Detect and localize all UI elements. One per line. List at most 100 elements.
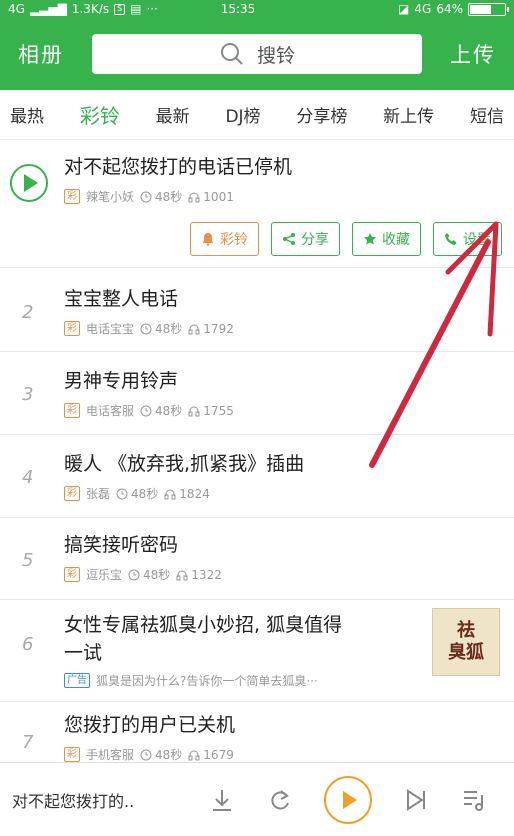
ad-list-item[interactable]: 6 女性专属祛狐臭小妙招, 狐臭值得 一试 广告 狐臭是因为什么?告诉你一个简单… bbox=[0, 600, 514, 702]
favorite-label: 收藏 bbox=[382, 232, 410, 248]
song-meta: 彩 电话宝宝 48秒 1792 bbox=[64, 320, 234, 337]
song-duration: 48秒 bbox=[155, 748, 183, 762]
song-title: 搞笑接听密码 bbox=[64, 534, 179, 556]
repeat-button[interactable] bbox=[266, 786, 294, 814]
play-count: 1322 bbox=[191, 567, 222, 582]
rank-number: 4 bbox=[22, 467, 34, 488]
play-count: 1755 bbox=[203, 403, 234, 418]
rank-number: 3 bbox=[22, 384, 34, 405]
headphone-icon bbox=[188, 750, 200, 760]
ringtone-button[interactable]: 彩铃 bbox=[190, 222, 259, 256]
clock-icon bbox=[140, 323, 152, 334]
tab-dj-chart[interactable]: DJ榜 bbox=[225, 102, 260, 127]
bell-icon bbox=[202, 233, 214, 246]
share-label: 分享 bbox=[301, 232, 329, 248]
tab-hot[interactable]: 最热 bbox=[10, 102, 44, 127]
song-author: 电话客服 bbox=[86, 404, 135, 418]
notification-icon: ▤ bbox=[130, 2, 142, 16]
share-icon bbox=[283, 233, 295, 245]
headphone-icon bbox=[164, 489, 176, 499]
clock-icon bbox=[140, 405, 152, 416]
repeat-icon bbox=[271, 789, 289, 809]
playlist-button[interactable] bbox=[460, 786, 488, 814]
tab-ringback[interactable]: 彩铃 bbox=[80, 100, 120, 129]
list-item[interactable]: 3 男神专用铃声 彩 电话客服 48秒 1755 bbox=[0, 352, 514, 435]
ringback-tag: 彩 bbox=[64, 486, 80, 501]
song-title: 您拨打的用户已关机 bbox=[64, 714, 236, 736]
battery-percent: 64% bbox=[436, 2, 463, 16]
tab-share-chart[interactable]: 分享榜 bbox=[296, 102, 347, 127]
headphone-icon bbox=[188, 406, 200, 416]
song-author: 逗乐宝 bbox=[86, 568, 123, 582]
star-icon bbox=[364, 233, 376, 245]
category-tabs: 最热 彩铃 最新 DJ榜 分享榜 新上传 短信 bbox=[0, 90, 514, 140]
song-duration: 48秒 bbox=[131, 487, 159, 501]
favorite-button[interactable]: 收藏 bbox=[352, 222, 421, 256]
ad-thumbnail-text-bottom: 臭狐 bbox=[448, 642, 484, 663]
play-count: 1792 bbox=[203, 321, 234, 336]
set-ringtone-button[interactable]: 设置 bbox=[433, 222, 502, 256]
ad-description: 狐臭是因为什么?告诉你一个简单去狐臭··· bbox=[96, 674, 318, 688]
clock-icon bbox=[140, 191, 152, 202]
tab-sms[interactable]: 短信 bbox=[470, 102, 504, 127]
clock-icon bbox=[116, 488, 128, 499]
headphone-icon bbox=[188, 324, 200, 334]
album-button[interactable]: 相册 bbox=[18, 39, 90, 69]
wifi-off-icon: ◪ bbox=[398, 2, 410, 16]
search-icon bbox=[220, 43, 243, 65]
tab-newest[interactable]: 最新 bbox=[156, 102, 190, 127]
play-count: 1679 bbox=[203, 747, 234, 762]
ringback-tag: 彩 bbox=[64, 747, 80, 762]
download-button[interactable] bbox=[208, 786, 236, 814]
network-indicator: 4G bbox=[8, 2, 25, 16]
playlist-icon bbox=[464, 790, 483, 811]
song-author: 辣笔小妖 bbox=[86, 190, 135, 204]
share-button[interactable]: 分享 bbox=[271, 222, 340, 256]
next-button[interactable] bbox=[402, 786, 430, 814]
search-box[interactable]: 搜铃 bbox=[92, 34, 422, 74]
status-time: 15:35 bbox=[220, 2, 256, 16]
rank-number: 6 bbox=[22, 634, 34, 655]
phone-icon bbox=[445, 233, 457, 245]
clock-icon bbox=[128, 569, 140, 580]
battery-icon bbox=[468, 2, 509, 16]
upload-button[interactable]: 上传 bbox=[424, 39, 496, 69]
app-header: 相册 搜铃 上传 bbox=[0, 18, 514, 90]
action-buttons: 彩铃 分享 收藏 设置 bbox=[190, 222, 502, 256]
play-count: 1824 bbox=[179, 486, 210, 501]
headphone-icon bbox=[188, 192, 200, 202]
main-play-button[interactable] bbox=[324, 775, 372, 824]
rank-number: 5 bbox=[22, 550, 34, 571]
play-icon bbox=[24, 174, 38, 192]
ad-title-line2: 一试 bbox=[64, 642, 103, 664]
download-icon bbox=[213, 789, 231, 811]
song-title: 对不起您拨打的电话已停机 bbox=[64, 156, 293, 178]
status-bar: 4G ▂▃▅▇ 1.3K/s S ▤ ··· 15:35 ◪ 4G 64% bbox=[0, 0, 514, 18]
more-notifications-icon: ··· bbox=[146, 2, 158, 16]
ad-thumbnail-text-top: 祛 bbox=[457, 620, 475, 641]
rank-number: 7 bbox=[22, 732, 34, 753]
song-title: 暖人 《放弃我,抓紧我》插曲 bbox=[64, 453, 305, 475]
s-notification-icon: S bbox=[114, 3, 126, 15]
song-meta: 彩 电话客服 48秒 1755 bbox=[64, 402, 234, 419]
list-item[interactable]: 2 宝宝整人电话 彩 电话宝宝 48秒 1792 bbox=[0, 268, 514, 352]
ad-tag: 广告 bbox=[64, 673, 90, 688]
list-item[interactable]: 4 暖人 《放弃我,抓紧我》插曲 彩 张磊 48秒 1824 bbox=[0, 435, 514, 518]
song-title: 男神专用铃声 bbox=[64, 370, 179, 392]
ad-title-line1: 女性专属祛狐臭小妙招, 狐臭值得 bbox=[64, 614, 343, 636]
ad-meta: 广告 狐臭是因为什么?告诉你一个简单去狐臭··· bbox=[64, 672, 414, 689]
list-item[interactable]: 5 搞笑接听密码 彩 逗乐宝 48秒 1322 bbox=[0, 518, 514, 600]
tab-new-upload[interactable]: 新上传 bbox=[383, 102, 434, 127]
set-label: 设置 bbox=[463, 232, 491, 248]
song-meta: 彩 手机客服 48秒 1679 bbox=[64, 746, 234, 763]
song-title: 宝宝整人电话 bbox=[64, 288, 179, 310]
list-item[interactable]: 7 您拨打的用户已关机 彩 手机客服 48秒 1679 bbox=[0, 702, 514, 766]
network-speed: 1.3K/s bbox=[71, 2, 110, 16]
rank-number: 2 bbox=[22, 302, 34, 323]
play-button[interactable] bbox=[10, 164, 48, 202]
ringtone-label: 彩铃 bbox=[220, 232, 248, 248]
list-item[interactable]: 对不起您拨打的电话已停机 彩 辣笔小妖 48秒 1001 彩铃 分享 收藏 设置 bbox=[0, 140, 514, 268]
ad-thumbnail[interactable]: 祛 臭狐 bbox=[432, 608, 500, 676]
now-playing-title[interactable]: 对不起您拨打的.. bbox=[12, 788, 192, 812]
song-duration: 48秒 bbox=[155, 322, 183, 336]
